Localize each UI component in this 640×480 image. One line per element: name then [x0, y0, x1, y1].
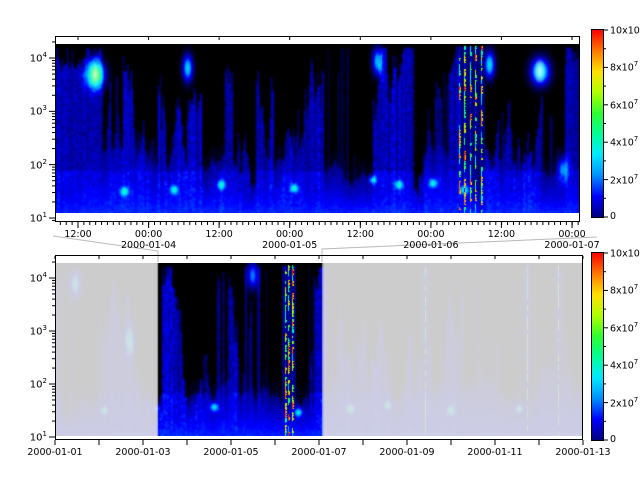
colorbar-tick-label: 8x107: [610, 60, 638, 74]
x-tick-time-label: 12:00: [205, 229, 232, 240]
colorbar-tick-label: 10x107: [610, 22, 640, 36]
colorbar-tick-label: 8x107: [610, 283, 638, 297]
x-tick-date-label: 2000-01-11: [467, 447, 522, 458]
colorbar-tick-label: 0: [610, 434, 616, 445]
y-tick-label: 102: [30, 157, 47, 171]
y-tick-label: 103: [30, 103, 47, 117]
zoom-selection-window[interactable]: [158, 255, 322, 440]
x-tick-date-label: 2000-01-07: [291, 447, 346, 458]
x-tick-date-label: 2000-01-07: [544, 240, 599, 251]
x-tick-time-label: 00:00: [417, 229, 444, 240]
x-tick-date-label: 2000-01-05: [262, 240, 317, 251]
colorbar-tick-label: 6x107: [610, 97, 638, 111]
y-tick-label: 101: [30, 429, 47, 443]
colorbar-tick-label: 2x107: [610, 395, 638, 409]
y-tick-label: 103: [30, 323, 47, 337]
colorbar-tick-label: 4x107: [610, 134, 638, 148]
y-tick-label: 102: [30, 376, 47, 390]
y-tick-label: 104: [30, 270, 47, 284]
x-tick-time-label: 00:00: [135, 229, 162, 240]
x-tick-time-label: 00:00: [276, 229, 303, 240]
colorbar-tick-label: 0: [610, 211, 616, 222]
x-tick-time-label: 12:00: [488, 229, 515, 240]
colorbar-tick-label: 2x107: [610, 172, 638, 186]
x-tick-date-label: 2000-01-13: [555, 447, 610, 458]
colorbar-tick-label: 6x107: [610, 320, 638, 334]
x-tick-time-label: 12:00: [347, 229, 374, 240]
x-tick-date-label: 2000-01-04: [121, 240, 176, 251]
x-tick-date-label: 2000-01-06: [403, 240, 458, 251]
y-tick-label: 104: [30, 50, 47, 64]
x-tick-time-label: 00:00: [558, 229, 585, 240]
plot-window: 12:0000:002000-01-0412:0000:002000-01-05…: [0, 0, 640, 480]
detail-colorbar-gradient: [591, 29, 604, 218]
x-tick-date-label: 2000-01-09: [379, 447, 434, 458]
detail-spectrogram-canvas[interactable]: [56, 44, 579, 213]
y-tick-label: 101: [30, 210, 47, 224]
colorbar-tick-label: 10x107: [610, 245, 640, 259]
x-tick-date-label: 2000-01-03: [115, 447, 170, 458]
x-tick-date-label: 2000-01-05: [203, 447, 258, 458]
x-tick-date-label: 2000-01-01: [27, 447, 82, 458]
overview-colorbar-gradient: [591, 252, 604, 441]
x-tick-time-label: 12:00: [64, 229, 91, 240]
colorbar-tick-label: 4x107: [610, 357, 638, 371]
